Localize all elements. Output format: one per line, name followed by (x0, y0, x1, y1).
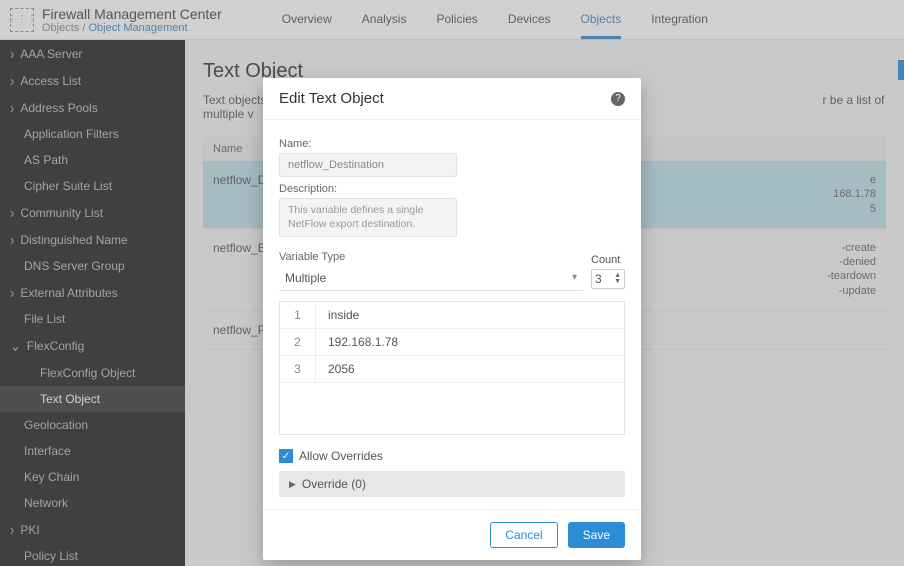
allow-overrides-row: ✓ Allow Overrides (279, 449, 625, 463)
variable-type-label: Variable Type (279, 251, 583, 263)
description-field[interactable]: This variable defines a single NetFlow e… (279, 198, 457, 237)
value-text[interactable]: inside (316, 302, 624, 328)
name-field[interactable]: netflow_Destination (279, 153, 457, 177)
value-index: 2 (280, 329, 316, 355)
name-label: Name: (279, 138, 625, 150)
count-stepper[interactable]: 3 ▲▼ (591, 269, 625, 289)
allow-overrides-checkbox[interactable]: ✓ (279, 449, 293, 463)
override-expander[interactable]: ▶ Override (0) (279, 471, 625, 497)
variable-type-select-wrap[interactable]: Multiple (279, 266, 583, 291)
value-text[interactable]: 2056 (316, 356, 624, 382)
cancel-button[interactable]: Cancel (490, 522, 557, 548)
save-button[interactable]: Save (568, 522, 625, 548)
dialog-title: Edit Text Object (279, 90, 384, 107)
modal-overlay: Edit Text Object ? Name: netflow_Destina… (0, 0, 904, 566)
value-row[interactable]: 1inside (280, 302, 624, 329)
chevron-right-icon: ▶ (289, 479, 296, 490)
count-label: Count (591, 254, 625, 266)
help-icon[interactable]: ? (611, 92, 625, 106)
edit-text-object-dialog: Edit Text Object ? Name: netflow_Destina… (263, 78, 641, 560)
value-row[interactable]: 32056 (280, 356, 624, 383)
override-label: Override (0) (302, 477, 366, 491)
value-text[interactable]: 192.168.1.78 (316, 329, 624, 355)
dialog-footer: Cancel Save (263, 509, 641, 560)
stepper-arrows-icon[interactable]: ▲▼ (614, 273, 621, 285)
allow-overrides-label: Allow Overrides (299, 449, 383, 463)
value-index: 3 (280, 356, 316, 382)
variable-type-select[interactable]: Multiple (279, 266, 583, 291)
variable-type-row: Variable Type Multiple Count 3 ▲▼ (279, 245, 625, 291)
dialog-body: Name: netflow_Destination Description: T… (263, 120, 641, 509)
count-value: 3 (595, 272, 602, 286)
value-row[interactable]: 2192.168.1.78 (280, 329, 624, 356)
value-index: 1 (280, 302, 316, 328)
values-list: 1inside2192.168.1.7832056 (279, 301, 625, 435)
dialog-header: Edit Text Object ? (263, 78, 641, 120)
description-label: Description: (279, 183, 625, 195)
